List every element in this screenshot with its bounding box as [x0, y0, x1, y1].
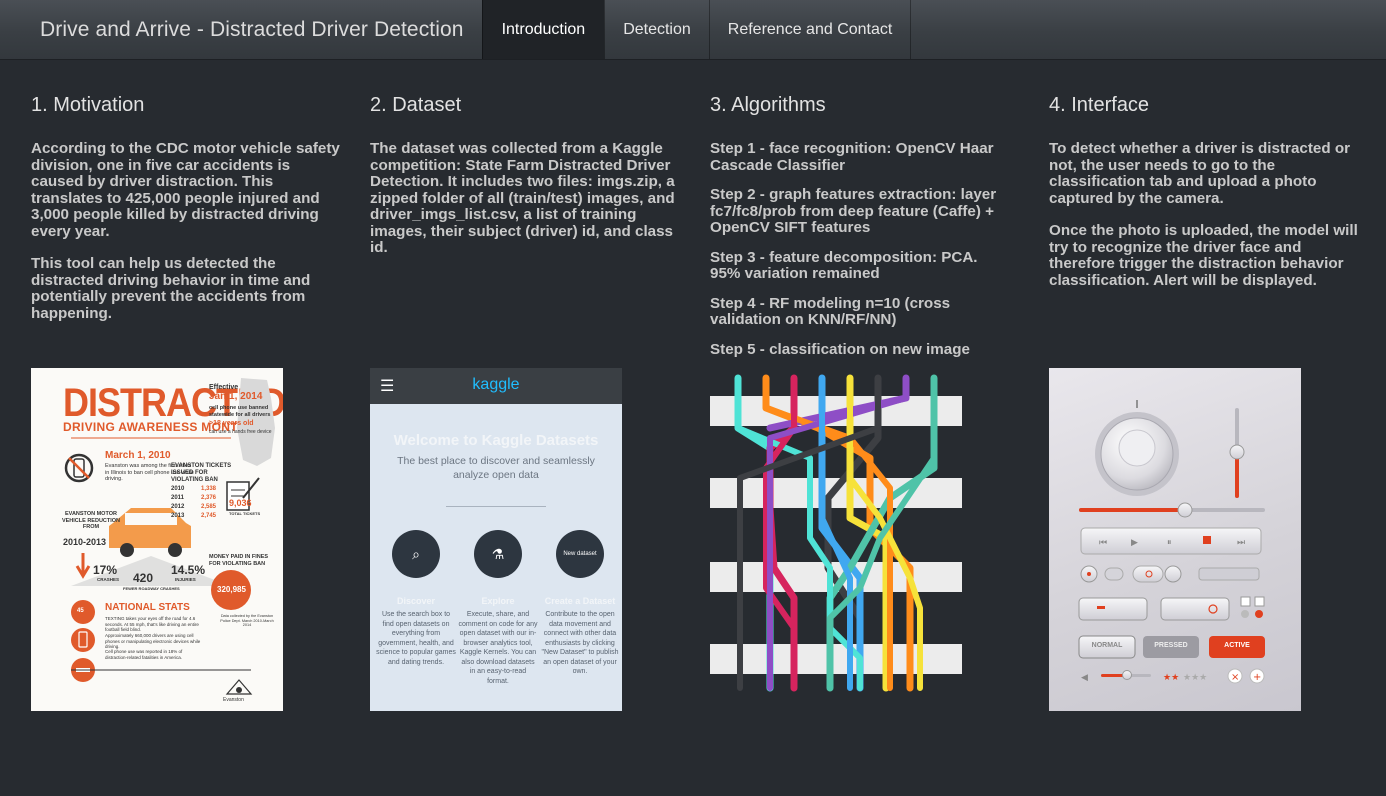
- fines-title: MONEY PAID IN FINES FOR VIOLATING BAN: [209, 554, 269, 567]
- tab-detection[interactable]: Detection: [604, 0, 709, 59]
- algorithm-step: Step 4 - RF modeling n=10 (cross validat…: [710, 294, 951, 328]
- algorithm-step: Step 2 - graph features extraction: laye…: [710, 186, 997, 236]
- ridged-slider: [1198, 567, 1260, 581]
- section-title: 1. Motivation: [31, 94, 145, 116]
- navbar: Drive and Arrive - Distracted Driver Det…: [0, 0, 1386, 60]
- total-tickets-label: TOTAL TICKETS: [229, 511, 261, 516]
- ticket-count: 1,338: [201, 486, 217, 492]
- forward-icon: ⏭: [1237, 538, 1245, 548]
- reduction-years: 2010-2013: [63, 537, 107, 547]
- fines-total: 320,985: [217, 585, 246, 594]
- ticket-count: 2,585: [201, 504, 217, 510]
- distracted-driving-infographic: DISTRACTED DRIVING AWARENESS MONTH Effec…: [31, 368, 283, 711]
- section-paragraph: According to the CDC motor vehicle safet…: [31, 140, 340, 240]
- svg-text:×: ×: [1231, 672, 1239, 683]
- fewer-crashes: 420: [133, 571, 154, 585]
- fines-note: Data collected by the Evanston Police De…: [220, 614, 274, 627]
- ticket-year: 2013: [171, 513, 185, 519]
- section-paragraph: Once the photo is uploaded, the model wi…: [1049, 222, 1358, 289]
- new-dataset-icon[interactable]: New dataset: [556, 530, 604, 578]
- total-tickets: 9,036: [229, 498, 252, 508]
- ui-controls-kit-image: ⏮ ▶ ⏸ ⏭ ◀ ★★ ★★★ × + NORMAL PRESSED ACTI…: [1049, 368, 1301, 711]
- explore-kernel-icon[interactable]: ⚗: [474, 530, 522, 578]
- hands-free-note: can use a hands free device: [209, 429, 272, 435]
- algorithm-step: Step 1 - face recognition: OpenCV Haar C…: [710, 140, 994, 174]
- card-description: Contribute to the open data movement and…: [541, 611, 619, 675]
- kaggle-datasets-screenshot: ☰ kaggle Welcome to Kaggle Datasets The …: [370, 368, 622, 711]
- speed-badge-number: 45: [77, 608, 84, 614]
- card-description: Execute, share, and comment on code for …: [458, 611, 538, 685]
- kaggle-logo[interactable]: kaggle: [370, 376, 622, 394]
- rating-stars-icon: ★★: [1163, 673, 1179, 683]
- section-dataset: 2. Dataset The dataset was collected fro…: [370, 90, 680, 273]
- ticket-year: 2012: [171, 504, 185, 510]
- tab-reference-contact[interactable]: Reference and Contact: [708, 0, 912, 59]
- section-paragraph: To detect whether a driver is distracted…: [1049, 140, 1351, 207]
- section-motivation: 1. Motivation According to the CDC motor…: [31, 90, 341, 338]
- checkbox-icon: [1240, 596, 1251, 607]
- section-interface: 4. Interface To detect whether a driver …: [1049, 90, 1359, 305]
- age-note: >18 years old: [209, 420, 254, 427]
- stop-icon: [1203, 536, 1211, 544]
- algorithm-step: Step 3 - feature decomposition: PCA. 95%…: [710, 248, 978, 282]
- national-stat: TEXTING takes your eyes off the road for…: [105, 616, 199, 632]
- play-icon: ▶: [1131, 538, 1138, 548]
- section-paragraph: This tool can help us detected the distr…: [31, 255, 311, 322]
- section-title: 3. Algorithms: [710, 94, 826, 116]
- injuries-percent: 14.5%: [171, 563, 206, 577]
- card-title: Explore: [481, 596, 515, 606]
- active-button-label[interactable]: ACTIVE: [1209, 642, 1265, 649]
- crossing-lines-svg: [710, 374, 962, 692]
- card-title: Create a Dataset: [544, 596, 616, 606]
- national-stats-title: NATIONAL STATS: [105, 602, 190, 613]
- algorithm-lines-graphic: [710, 368, 962, 711]
- svg-text:+: +: [1253, 672, 1261, 683]
- algorithm-step: Step 5 - classification on new image: [710, 340, 970, 358]
- card-title: Discover: [396, 596, 436, 606]
- evanston-label: Evanston: [223, 697, 244, 703]
- divider: [446, 506, 546, 507]
- discover-search-icon[interactable]: ⌕: [392, 530, 440, 578]
- section-title: 2. Dataset: [370, 94, 462, 116]
- rewind-icon: ⏮: [1099, 538, 1107, 548]
- vertical-slider-handle-icon: [1229, 444, 1245, 460]
- radio-icon: [1241, 610, 1249, 618]
- switch-on-icon: [1078, 597, 1148, 621]
- power-toggle-icon: [1132, 565, 1164, 583]
- national-stat: Approximately 660,000 drivers are using …: [105, 633, 201, 649]
- kaggle-welcome: Welcome to Kaggle Datasets: [393, 432, 599, 449]
- tickets-title: EVANSTON TICKETS ISSUED FOR VIOLATING BA…: [171, 463, 232, 483]
- pause-icon: ⏸: [1167, 538, 1172, 548]
- ticket-count: 2,745: [201, 513, 217, 519]
- svg-text:★★★: ★★★: [1183, 673, 1207, 683]
- crashes-label: CRASHES: [97, 577, 120, 582]
- pressed-button-label[interactable]: PRESSED: [1143, 642, 1199, 649]
- brand-title[interactable]: Drive and Arrive - Distracted Driver Det…: [0, 0, 482, 59]
- switch-off-icon: [1160, 597, 1230, 621]
- effective-date: Jan 1, 2014: [209, 391, 263, 402]
- crashes-percent: 17%: [93, 563, 118, 577]
- national-stat: Cell phone use was reported in 18% of di…: [105, 649, 183, 660]
- speaker-icon: ◀: [1081, 673, 1088, 683]
- horizontal-slider-handle-icon: [1177, 502, 1193, 518]
- ticket-year: 2011: [171, 495, 185, 501]
- radio-checked-icon: [1255, 610, 1263, 618]
- ticket-year: 2010: [171, 486, 185, 492]
- ticket-count: 2,376: [201, 495, 217, 501]
- fewer-label: FEWER ROADWAY CRASHES: [123, 586, 180, 591]
- kaggle-tagline: The best place to discover and seamlessl…: [397, 455, 595, 481]
- checkbox-checked-icon: [1254, 596, 1265, 607]
- march-date: March 1, 2010: [105, 450, 171, 461]
- ui-kit-svg: ⏮ ▶ ⏸ ⏭ ◀ ★★ ★★★ × +: [1078, 400, 1265, 684]
- section-algorithms: 3. Algorithms Step 1 - face recognition:…: [710, 90, 1010, 371]
- normal-button-label[interactable]: NORMAL: [1079, 642, 1135, 649]
- reduction-title: EVANSTON MOTOR VEHICLE REDUCTION FROM: [61, 511, 121, 530]
- injuries-label: INJURIES: [175, 577, 196, 582]
- card-description: Use the search box to find open datasets…: [376, 611, 456, 666]
- section-paragraph: The dataset was collected from a Kaggle …: [370, 140, 675, 256]
- section-title: 4. Interface: [1049, 94, 1150, 116]
- tab-introduction[interactable]: Introduction: [481, 0, 605, 59]
- law-note: cell phone use banned statewide for all …: [209, 405, 271, 418]
